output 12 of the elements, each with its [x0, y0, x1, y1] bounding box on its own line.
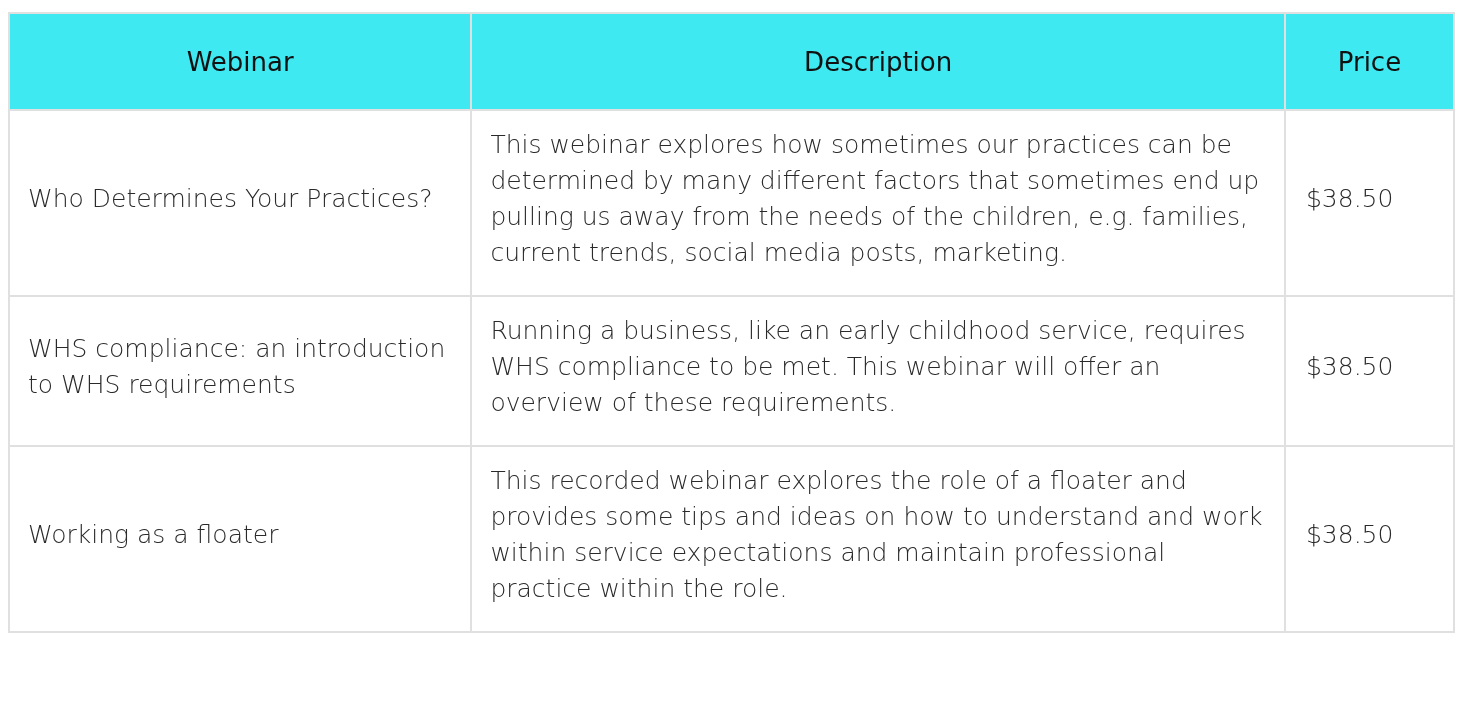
column-header: Webinar: [9, 13, 472, 110]
webinar-title-cell: WHS compliance: an introduction to WHS requirements: [9, 296, 472, 446]
description-cell: This webinar explores how sometimes our practices can be determined by many different factors that sometimes end up pulling us away from the needs of the children, e.g. families, current trends, social media posts, marketing.: [471, 110, 1285, 296]
price-cell: $38.50: [1284, 110, 1454, 296]
column-header: Price: [1284, 13, 1454, 110]
price-cell: $38.50: [1284, 296, 1454, 446]
webinar-title-cell: Who Determines Your Practices?: [9, 110, 472, 296]
description-cell: Running a business, like an early childhood service, requires WHS compliance to be met. This webinar will offer an overview of these requirements.: [471, 296, 1285, 446]
webinar-title-cell: Working as a floater: [9, 446, 472, 632]
column-header: Description: [471, 13, 1285, 110]
price-cell: $38.50: [1284, 446, 1454, 632]
description-cell: This recorded webinar explores the role of a floater and provides some tips and ideas on how to understand and work within service expectations and maintain professional practice within the role.: [471, 446, 1285, 632]
